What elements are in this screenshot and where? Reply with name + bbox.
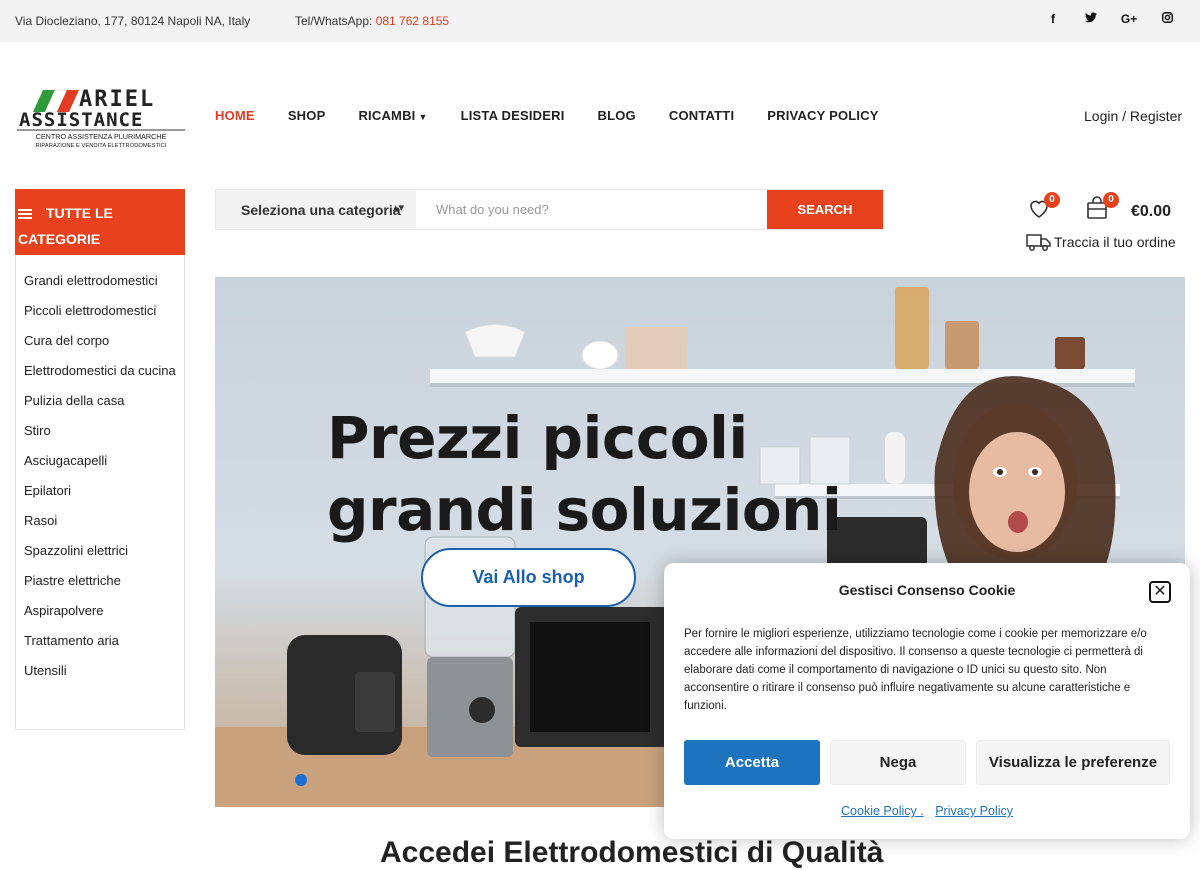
twitter-icon[interactable]	[1072, 12, 1110, 26]
category-item[interactable]: Epilatori	[16, 476, 184, 506]
category-item[interactable]: Elettrodomestici da cucina	[16, 356, 184, 386]
category-item[interactable]: Asciugacapelli	[16, 446, 184, 476]
facebook-icon[interactable]: f	[1034, 12, 1072, 26]
category-item[interactable]: Utensili	[16, 656, 184, 686]
close-icon[interactable]: ✕	[1149, 581, 1171, 603]
login-register-link[interactable]: Login / Register	[1084, 108, 1182, 124]
category-item[interactable]: Rasoi	[16, 506, 184, 536]
svg-text:ASSISTANCE: ASSISTANCE	[19, 109, 143, 131]
nav-home[interactable]: HOME	[215, 108, 255, 123]
category-select-value: Seleziona una categoria	[241, 202, 401, 218]
main-nav: HOME SHOP RICAMBI ▼ LISTA DESIDERI BLOG C…	[215, 108, 912, 123]
nav-wishlist[interactable]: LISTA DESIDERI	[461, 108, 565, 123]
hero-headline-line2: grandi soluzioni	[327, 476, 842, 544]
nav-ricambi-label: RICAMBI	[358, 108, 416, 123]
categories-heading: TUTTE LE CATEGORIE	[18, 205, 113, 247]
nav-blog[interactable]: BLOG	[598, 108, 636, 123]
nav-shop[interactable]: SHOP	[288, 108, 326, 123]
select-arrows-icon: ▴▾	[392, 202, 404, 214]
hero-headline-line1: Prezzi piccoli	[327, 404, 748, 472]
top-bar: Via Diocleziano, 177, 80124 Napoli NA, I…	[0, 0, 1200, 42]
phone-info: Tel/WhatsApp: 081 762 8155	[295, 14, 449, 28]
search-bar: Seleziona una categoria ▴▾ SEARCH	[215, 189, 884, 230]
category-item[interactable]: Aspirapolvere	[16, 596, 184, 626]
cart-count-badge: 0	[1103, 192, 1119, 208]
phone-label: Tel/WhatsApp:	[295, 14, 376, 28]
hero-headline: Prezzi piccoli grandi soluzioni	[327, 402, 842, 546]
section-title: Accedei Elettrodomestici di Qualità	[380, 836, 884, 869]
category-select[interactable]: Seleziona una categoria ▴▾	[216, 190, 416, 229]
category-item[interactable]: Stiro	[16, 416, 184, 446]
category-item[interactable]: Cura del corpo	[16, 326, 184, 356]
svg-text:RIPARAZIONE E VENDITA ELETTROD: RIPARAZIONE E VENDITA ELETTRODOMESTICI	[36, 143, 167, 149]
wishlist-icon[interactable]: 0	[1027, 192, 1060, 220]
category-item[interactable]: Piastre elettriche	[16, 566, 184, 596]
shop-cta-button[interactable]: Vai Allo shop	[421, 548, 636, 607]
cart-icon[interactable]: 0	[1085, 192, 1119, 220]
cookie-consent-modal: Gestisci Consenso Cookie ✕ Per fornire l…	[664, 563, 1190, 839]
search-input[interactable]	[416, 190, 767, 229]
menu-icon	[18, 207, 32, 221]
track-order-label: Traccia il tuo ordine	[1054, 234, 1176, 250]
category-item[interactable]: Spazzolini elettrici	[16, 536, 184, 566]
cookie-policy-links: Cookie Policy . Privacy Policy	[664, 804, 1190, 818]
privacy-policy-link[interactable]: Privacy Policy	[935, 804, 1013, 818]
cookie-modal-title: Gestisci Consenso Cookie	[838, 582, 1016, 598]
deny-button[interactable]: Nega	[830, 740, 966, 785]
chevron-down-icon: ▼	[418, 112, 428, 122]
nav-privacy[interactable]: PRIVACY POLICY	[767, 108, 878, 123]
category-item[interactable]: Pulizia della casa	[16, 386, 184, 416]
social-links: f G+	[1034, 12, 1186, 26]
slider-dot[interactable]	[295, 774, 307, 786]
category-list: Grandi elettrodomestici Piccoli elettrodo…	[15, 255, 185, 730]
truck-icon	[1026, 234, 1051, 251]
category-item[interactable]: Grandi elettrodomestici	[16, 266, 184, 296]
cookie-modal-text: Per fornire le migliori esperienze, util…	[684, 628, 1147, 712]
phone-number-link[interactable]: 081 762 8155	[376, 14, 449, 28]
store-address: Via Diocleziano, 177, 80124 Napoli NA, I…	[15, 14, 251, 28]
site-logo[interactable]: ARIEL ASSISTANCE CENTRO ASSISTENZA PLURI…	[15, 84, 187, 154]
nav-ricambi[interactable]: RICAMBI ▼	[358, 108, 427, 123]
wishlist-count-badge: 0	[1044, 192, 1060, 208]
nav-contatti[interactable]: CONTATTI	[669, 108, 734, 123]
accept-button[interactable]: Accetta	[684, 740, 820, 785]
search-button[interactable]: SEARCH	[767, 190, 883, 229]
view-preferences-button[interactable]: Visualizza le preferenze	[976, 740, 1170, 785]
google-plus-icon[interactable]: G+	[1110, 12, 1148, 26]
instagram-icon[interactable]	[1148, 12, 1186, 26]
cart-total[interactable]: €0.00	[1131, 203, 1171, 221]
category-item[interactable]: Piccoli elettrodomestici	[16, 296, 184, 326]
all-categories-toggle[interactable]: TUTTE LE CATEGORIE	[15, 189, 185, 255]
svg-text:CENTRO ASSISTENZA PLURIMARCHE: CENTRO ASSISTENZA PLURIMARCHE	[36, 132, 167, 141]
category-item[interactable]: Trattamento aria	[16, 626, 184, 656]
cookie-policy-link[interactable]: Cookie Policy .	[841, 804, 924, 818]
track-order-link[interactable]: Traccia il tuo ordine	[1026, 232, 1176, 252]
